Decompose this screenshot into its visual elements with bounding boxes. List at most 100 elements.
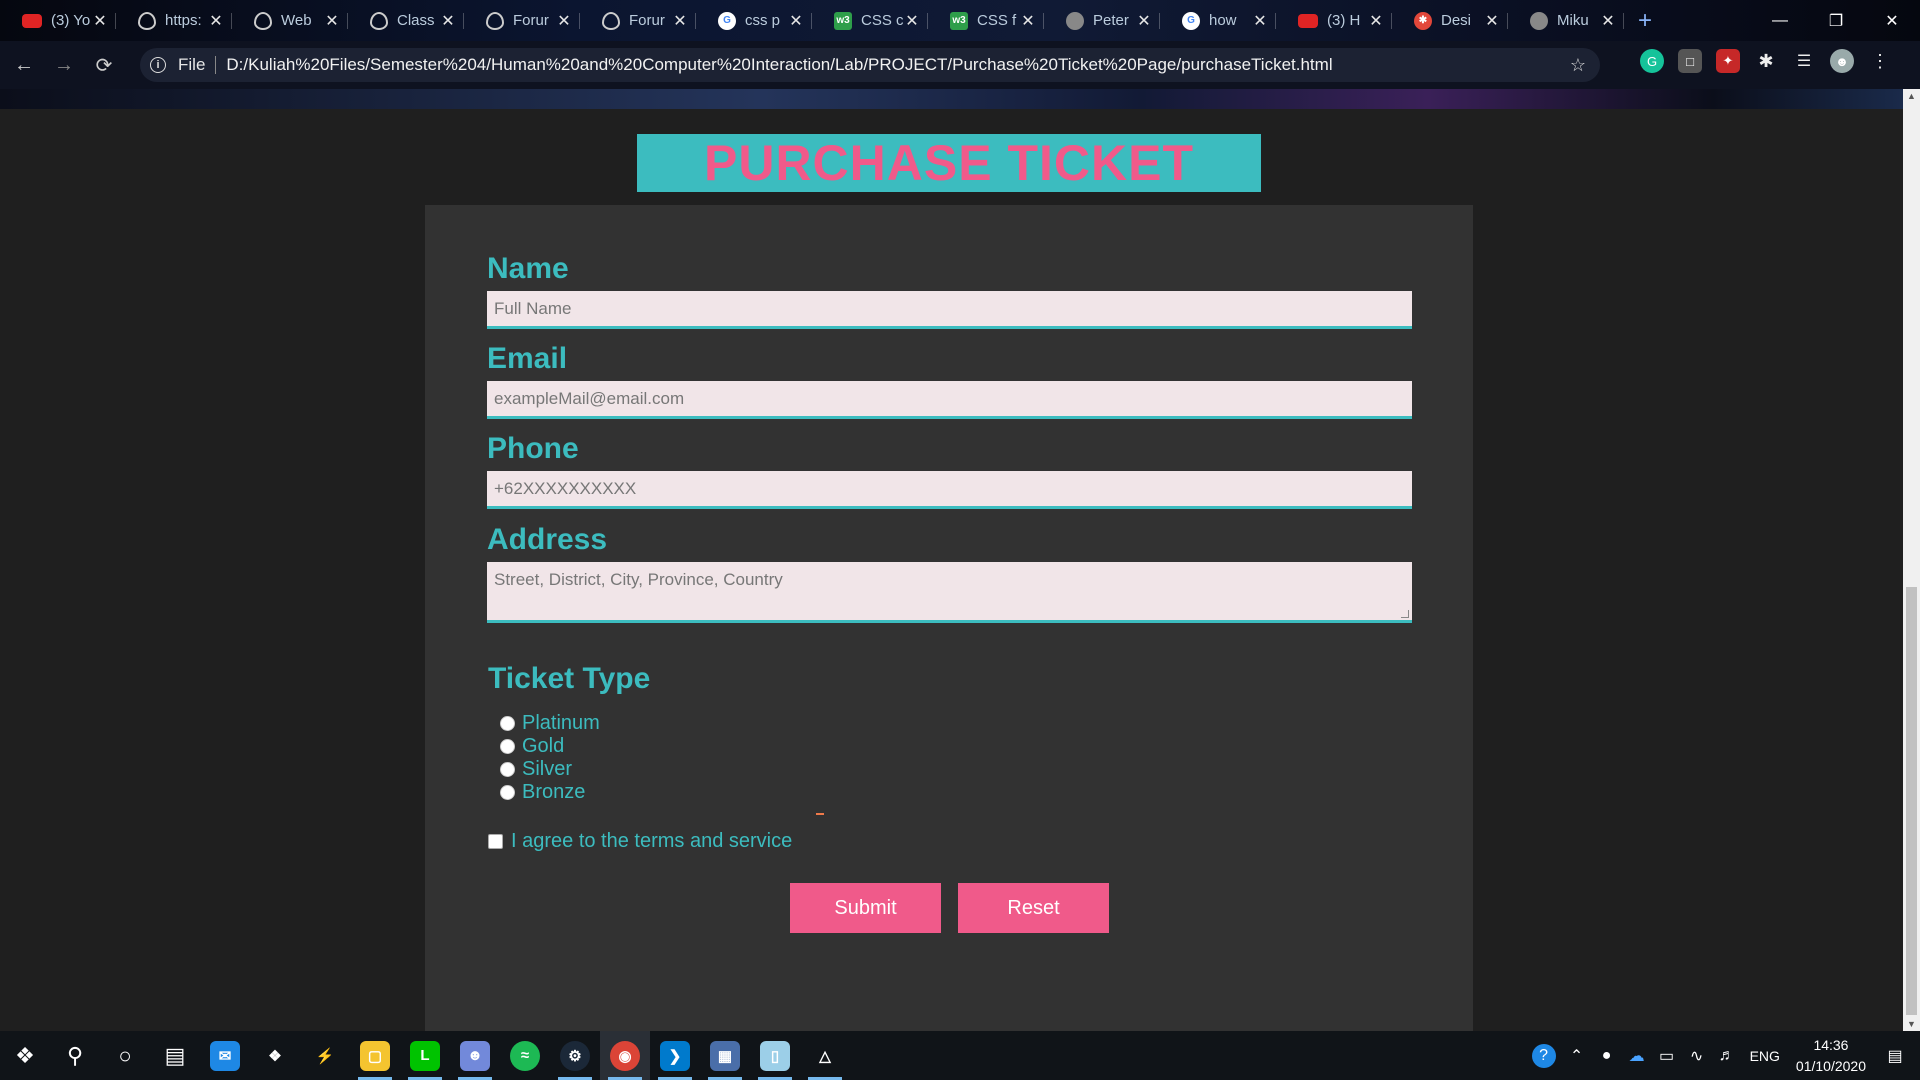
tab-close-icon[interactable]: ✕ [440,11,456,31]
wifi-icon[interactable]: ∿ [1682,1046,1712,1066]
tab-close-icon[interactable]: ✕ [92,11,108,31]
address-textarea[interactable]: Street, District, City, Province, Countr… [487,562,1412,623]
scroll-up-arrow-icon[interactable]: ▲ [1907,91,1916,101]
profile-avatar[interactable]: ☻ [1830,49,1854,73]
address-url[interactable]: D:/Kuliah%20Files/Semester%204/Human%20a… [226,55,1332,75]
cortana-icon[interactable]: ○ [100,1031,150,1080]
page-viewport: PURCHASE TICKET Name Full Name Email exa… [0,89,1903,1080]
notifications-icon[interactable]: ▤ [1880,1046,1910,1066]
unity-icon[interactable]: △ [800,1031,850,1080]
browser-tab[interactable]: Web ✕ [232,0,348,41]
discord-icon[interactable]: ☻ [450,1031,500,1080]
close-window-button[interactable]: ✕ [1864,0,1920,41]
browser-tab[interactable]: Miku ✕ [1508,0,1624,41]
new-tab-button[interactable]: + [1638,7,1652,35]
tab-close-icon[interactable]: ✕ [672,11,688,31]
spotify-icon[interactable]: ≈ [500,1031,550,1080]
tab-close-icon[interactable]: ✕ [208,11,224,31]
volume-icon[interactable]: ♬ [1712,1047,1742,1065]
steam-icon[interactable]: ⚙ [550,1031,600,1080]
browser-tab[interactable]: Class ✕ [348,0,464,41]
browser-tab[interactable]: Forur ✕ [580,0,696,41]
scroll-down-arrow-icon[interactable]: ▼ [1907,1019,1916,1029]
grammarly-extension-icon[interactable]: G [1640,49,1664,73]
mail-icon[interactable]: ✉ [200,1031,250,1080]
radio-button[interactable] [500,785,515,800]
menu-kebab-icon[interactable]: ⋮ [1868,49,1892,73]
notes-app-icon[interactable]: ▯ [750,1031,800,1080]
calculator-icon[interactable]: ▦ [700,1031,750,1080]
browser-tab[interactable]: https: ✕ [116,0,232,41]
extensions-puzzle-icon[interactable]: ✱ [1754,49,1778,73]
radio-button[interactable] [500,739,515,754]
info-icon[interactable]: i [150,57,166,73]
battery-icon[interactable]: ▭ [1652,1046,1682,1066]
language-indicator[interactable]: ENG [1750,1048,1780,1064]
radio-option-bronze[interactable]: Bronze [500,781,585,804]
radio-option-silver[interactable]: Silver [500,758,572,781]
task-view-icon[interactable]: ▤ [150,1031,200,1080]
tab-close-icon[interactable]: ✕ [1600,11,1616,31]
phone-input[interactable]: +62XXXXXXXXXX [487,471,1412,509]
maximize-button[interactable]: ❐ [1808,0,1864,41]
email-input[interactable]: exampleMail@email.com [487,381,1412,419]
back-button[interactable]: ← [8,49,40,81]
submit-button[interactable]: Submit [790,883,941,933]
browser-tab[interactable]: Forur ✕ [464,0,580,41]
radio-option-gold[interactable]: Gold [500,735,564,758]
address-bar[interactable]: i File D:/Kuliah%20Files/Semester%204/Hu… [140,48,1600,82]
onedrive-cloud-icon[interactable]: ☁ [1622,1046,1652,1066]
reset-button[interactable]: Reset [958,883,1109,933]
phone-label: Phone [487,432,579,465]
tab-close-icon[interactable]: ✕ [904,11,920,31]
search-icon[interactable]: ⚲ [50,1031,100,1080]
tab-close-icon[interactable]: ✕ [1136,11,1152,31]
bookmark-star-icon[interactable]: ☆ [1570,55,1586,76]
chevron-up-icon[interactable]: ⌃ [1562,1046,1592,1066]
microphone-icon[interactable]: ● [1592,1047,1622,1065]
dropbox-icon[interactable]: ❖ [250,1031,300,1080]
agree-terms-row[interactable]: I agree to the terms and service [488,830,792,853]
extensions-area: G □ ✦ ✱ ☰ ☻ ⋮ [1640,49,1892,73]
lightning-app-icon[interactable]: ⚡ [300,1031,350,1080]
resize-grip-icon[interactable] [1401,610,1409,618]
tab-close-icon[interactable]: ✕ [1484,11,1500,31]
scrollbar-thumb[interactable] [1906,587,1917,1015]
reload-button[interactable]: ⟳ [88,49,120,81]
browser-tab[interactable]: (3) Yo ✕ [0,0,116,41]
tab-close-icon[interactable]: ✕ [324,11,340,31]
tab-title: CSS c [861,12,904,29]
tab-close-icon[interactable]: ✕ [1020,11,1036,31]
file-explorer-icon[interactable]: ▢ [350,1031,400,1080]
tab-close-icon[interactable]: ✕ [1368,11,1384,31]
browser-tab[interactable]: (3) H ✕ [1276,0,1392,41]
browser-tab[interactable]: Ghow ✕ [1160,0,1276,41]
w3schools-icon: w3 [834,11,852,30]
start-windows-icon[interactable]: ❖ [0,1031,50,1080]
agree-checkbox[interactable] [488,834,503,849]
radio-option-platinum[interactable]: Platinum [500,712,600,735]
chrome-icon[interactable]: ◉ [600,1031,650,1080]
browser-tab[interactable]: w3 CSS f ✕ [928,0,1044,41]
radio-button[interactable] [500,762,515,777]
tab-close-icon[interactable]: ✕ [788,11,804,31]
extension-red-icon[interactable]: ✦ [1716,49,1740,73]
tab-close-icon[interactable]: ✕ [556,11,572,31]
tab-close-icon[interactable]: ✕ [1252,11,1268,31]
line-app-icon[interactable]: L [400,1031,450,1080]
extension-square-icon[interactable]: □ [1678,49,1702,73]
forward-button[interactable]: → [48,49,80,81]
browser-tab[interactable]: ✱ Desi ✕ [1392,0,1508,41]
browser-tab[interactable]: Peter ✕ [1044,0,1160,41]
help-icon[interactable]: ? [1531,1043,1556,1068]
name-input[interactable]: Full Name [487,291,1412,329]
vscode-icon[interactable]: ❯ [650,1031,700,1080]
browser-tab[interactable]: w3 CSS c ✕ [812,0,928,41]
radio-button[interactable] [500,716,515,731]
eye-icon [370,11,388,30]
browser-tab[interactable]: Gcss p ✕ [696,0,812,41]
page-scrollbar[interactable]: ▲ ▼ [1903,89,1920,1031]
clock[interactable]: 14:36 01/10/2020 [1796,1035,1866,1077]
media-control-icon[interactable]: ☰ [1792,49,1816,73]
minimize-button[interactable]: — [1752,0,1808,41]
